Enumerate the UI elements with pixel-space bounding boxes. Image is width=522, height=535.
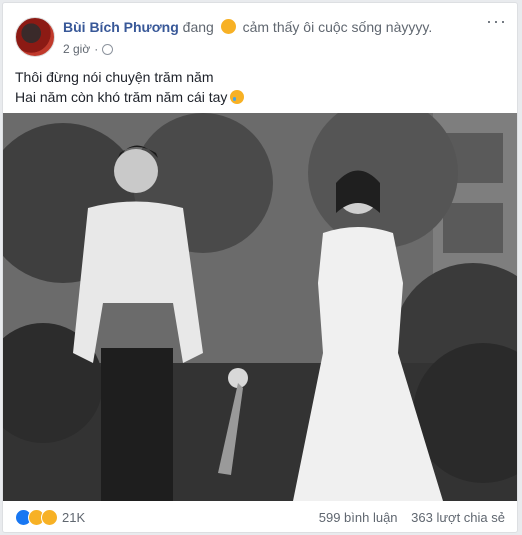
post-time[interactable]: 2 giờ [63,42,90,56]
post-header: Bùi Bích Phương đang cảm thấy ôi cuộc số… [63,19,432,35]
photo-illustration [3,113,517,501]
post-card: Bùi Bích Phương đang cảm thấy ôi cuộc số… [2,2,518,533]
reaction-count[interactable]: 21K [62,510,85,525]
crying-emoji-icon [220,19,236,34]
post-meta: 2 giờ · [63,42,114,56]
comments-count[interactable]: 599 bình luận [319,510,398,525]
reactions-summary[interactable]: 21K [15,508,85,526]
separator: · [94,42,99,56]
post-text-line: Thôi đừng nói chuyện trăm năm [15,69,214,85]
feeling-text: cảm thấy ôi cuộc sống nàyyyy. [242,19,433,35]
shares-count[interactable]: 363 lượt chia sẻ [411,510,505,525]
post-stats: 599 bình luận 363 lượt chia sẻ [309,510,505,525]
sad-tear-emoji-icon [230,90,245,104]
more-options-button[interactable]: ··· [486,12,507,30]
post-footer: 21K 599 bình luận 363 lượt chia sẻ [3,501,517,533]
author-name[interactable]: Bùi Bích Phương [63,19,179,35]
feeling-prefix: đang [182,19,214,35]
sad-icon [41,508,58,526]
post-text: Thôi đừng nói chuyện trăm năm Hai năm cò… [15,67,245,107]
globe-icon[interactable] [102,43,114,55]
post-text-line: Hai năm còn khó trăm năm cái tay [15,87,245,107]
avatar[interactable] [15,17,55,57]
post-photo[interactable] [3,113,517,501]
